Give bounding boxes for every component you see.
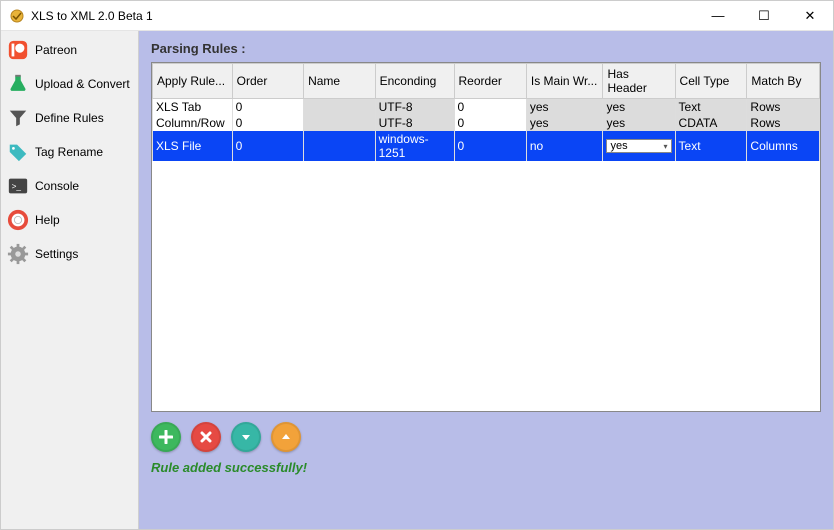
table-cell[interactable]: UTF-8 — [375, 99, 454, 116]
table-cell[interactable]: Rows — [747, 99, 820, 116]
col-encoding[interactable]: Enconding — [375, 64, 454, 99]
table-cell[interactable]: Text — [675, 99, 747, 116]
table-cell[interactable]: Rows — [747, 115, 820, 131]
table-cell[interactable]: 0 — [232, 115, 303, 131]
col-hasheader[interactable]: Has Header — [603, 64, 675, 99]
section-title: Parsing Rules : — [151, 41, 821, 56]
content-area: Parsing Rules : Apply Rule... Order Name… — [139, 31, 833, 529]
console-icon: >_ — [7, 175, 29, 197]
maximize-button[interactable]: ☐ — [741, 1, 787, 31]
move-up-button[interactable] — [271, 422, 301, 452]
table-cell[interactable]: 0 — [454, 115, 526, 131]
table-cell[interactable]: UTF-8 — [375, 115, 454, 131]
table-row[interactable]: XLS Tab0UTF-80yesyesTextRows — [153, 99, 820, 116]
sidebar-item-settings[interactable]: Settings — [3, 237, 136, 271]
col-name[interactable]: Name — [304, 64, 376, 99]
table-row[interactable]: XLS File0windows-12510noyes▾TextColumns — [153, 131, 820, 161]
table-cell[interactable]: no — [526, 131, 603, 161]
window-title: XLS to XML 2.0 Beta 1 — [31, 9, 153, 23]
table-cell[interactable] — [304, 115, 376, 131]
app-icon — [9, 8, 25, 24]
status-message: Rule added successfully! — [151, 458, 821, 475]
gear-icon — [7, 243, 29, 265]
table-cell[interactable]: CDATA — [675, 115, 747, 131]
col-ismain[interactable]: Is Main Wr... — [526, 64, 603, 99]
titlebar: XLS to XML 2.0 Beta 1 — ☐ ✕ — [1, 1, 833, 31]
sidebar: Patreon Upload & Convert Define Rules Ta… — [1, 31, 139, 529]
sidebar-label: Define Rules — [35, 111, 104, 125]
sidebar-item-upload[interactable]: Upload & Convert — [3, 67, 136, 101]
sidebar-item-help[interactable]: Help — [3, 203, 136, 237]
col-reorder[interactable]: Reorder — [454, 64, 526, 99]
col-apply[interactable]: Apply Rule... — [153, 64, 233, 99]
table-cell[interactable]: yes — [526, 115, 603, 131]
table-cell[interactable]: Columns — [747, 131, 820, 161]
patreon-icon — [7, 39, 29, 61]
col-celltype[interactable]: Cell Type — [675, 64, 747, 99]
sidebar-item-define-rules[interactable]: Define Rules — [3, 101, 136, 135]
tag-icon — [7, 141, 29, 163]
table-cell[interactable]: Column/Row — [153, 115, 233, 131]
table-cell[interactable]: yes▾ — [603, 131, 675, 161]
table-cell[interactable]: yes — [526, 99, 603, 116]
sidebar-label: Upload & Convert — [35, 77, 130, 91]
minimize-button[interactable]: — — [695, 1, 741, 31]
table-cell[interactable]: XLS Tab — [153, 99, 233, 116]
sidebar-label: Patreon — [35, 43, 77, 57]
lifebuoy-icon — [7, 209, 29, 231]
table-cell[interactable]: XLS File — [153, 131, 233, 161]
table-cell[interactable]: 0 — [232, 131, 303, 161]
table-cell[interactable]: 0 — [454, 131, 526, 161]
move-down-button[interactable] — [231, 422, 261, 452]
rules-table: Apply Rule... Order Name Enconding Reord… — [152, 63, 820, 161]
svg-text:>_: >_ — [12, 182, 22, 191]
table-cell[interactable]: yes — [603, 99, 675, 116]
rules-table-container: Apply Rule... Order Name Enconding Reord… — [151, 62, 821, 412]
action-buttons — [151, 418, 821, 452]
col-order[interactable]: Order — [232, 64, 303, 99]
sidebar-item-patreon[interactable]: Patreon — [3, 33, 136, 67]
sidebar-item-console[interactable]: >_ Console — [3, 169, 136, 203]
table-cell[interactable]: 0 — [232, 99, 303, 116]
flask-icon — [7, 73, 29, 95]
sidebar-label: Settings — [35, 247, 78, 261]
col-matchby[interactable]: Match By — [747, 64, 820, 99]
delete-rule-button[interactable] — [191, 422, 221, 452]
table-cell[interactable]: Text — [675, 131, 747, 161]
close-button[interactable]: ✕ — [787, 1, 833, 31]
table-cell[interactable] — [304, 131, 376, 161]
hasheader-dropdown[interactable]: yes▾ — [606, 139, 671, 153]
sidebar-label: Console — [35, 179, 79, 193]
sidebar-item-tag-rename[interactable]: Tag Rename — [3, 135, 136, 169]
table-cell[interactable] — [304, 99, 376, 116]
sidebar-label: Tag Rename — [35, 145, 103, 159]
add-rule-button[interactable] — [151, 422, 181, 452]
sidebar-label: Help — [35, 213, 60, 227]
table-cell[interactable]: yes — [603, 115, 675, 131]
table-cell[interactable]: 0 — [454, 99, 526, 116]
table-cell[interactable]: windows-1251 — [375, 131, 454, 161]
table-row[interactable]: Column/Row0UTF-80yesyesCDATARows — [153, 115, 820, 131]
funnel-icon — [7, 107, 29, 129]
